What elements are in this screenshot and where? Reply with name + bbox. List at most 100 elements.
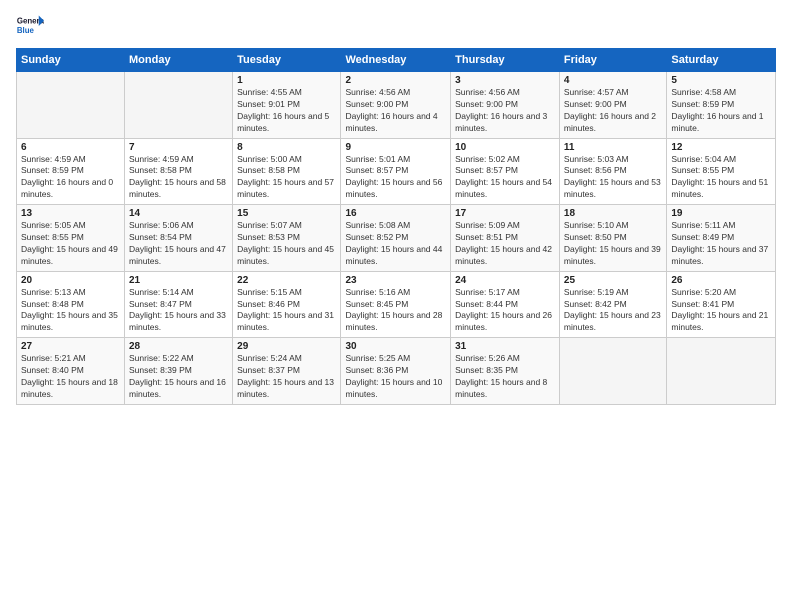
day-number: 22 <box>237 275 336 286</box>
calendar-table: SundayMondayTuesdayWednesdayThursdayFrid… <box>16 48 776 405</box>
day-info: Sunrise: 4:57 AM Sunset: 9:00 PM Dayligh… <box>564 87 662 135</box>
day-number: 2 <box>345 75 446 86</box>
calendar-cell: 11Sunrise: 5:03 AM Sunset: 8:56 PM Dayli… <box>559 138 666 205</box>
day-info: Sunrise: 5:25 AM Sunset: 8:36 PM Dayligh… <box>345 353 446 401</box>
day-info: Sunrise: 5:01 AM Sunset: 8:57 PM Dayligh… <box>345 154 446 202</box>
day-info: Sunrise: 5:20 AM Sunset: 8:41 PM Dayligh… <box>671 287 771 335</box>
day-info: Sunrise: 5:17 AM Sunset: 8:44 PM Dayligh… <box>455 287 555 335</box>
calendar-week-row: 1Sunrise: 4:55 AM Sunset: 9:01 PM Daylig… <box>17 72 776 139</box>
svg-text:Blue: Blue <box>17 26 35 35</box>
day-info: Sunrise: 4:58 AM Sunset: 8:59 PM Dayligh… <box>671 87 771 135</box>
day-info: Sunrise: 5:22 AM Sunset: 8:39 PM Dayligh… <box>129 353 228 401</box>
day-info: Sunrise: 5:26 AM Sunset: 8:35 PM Dayligh… <box>455 353 555 401</box>
day-number: 14 <box>129 208 228 219</box>
calendar-cell: 4Sunrise: 4:57 AM Sunset: 9:00 PM Daylig… <box>559 72 666 139</box>
day-number: 29 <box>237 341 336 352</box>
day-number: 30 <box>345 341 446 352</box>
calendar-cell: 28Sunrise: 5:22 AM Sunset: 8:39 PM Dayli… <box>125 338 233 405</box>
day-info: Sunrise: 4:55 AM Sunset: 9:01 PM Dayligh… <box>237 87 336 135</box>
day-info: Sunrise: 4:56 AM Sunset: 9:00 PM Dayligh… <box>455 87 555 135</box>
day-info: Sunrise: 4:59 AM Sunset: 8:59 PM Dayligh… <box>21 154 120 202</box>
day-info: Sunrise: 5:14 AM Sunset: 8:47 PM Dayligh… <box>129 287 228 335</box>
day-info: Sunrise: 5:07 AM Sunset: 8:53 PM Dayligh… <box>237 220 336 268</box>
logo: General Blue <box>16 12 44 40</box>
calendar-cell: 18Sunrise: 5:10 AM Sunset: 8:50 PM Dayli… <box>559 205 666 272</box>
day-info: Sunrise: 4:56 AM Sunset: 9:00 PM Dayligh… <box>345 87 446 135</box>
calendar-cell: 6Sunrise: 4:59 AM Sunset: 8:59 PM Daylig… <box>17 138 125 205</box>
calendar-cell: 9Sunrise: 5:01 AM Sunset: 8:57 PM Daylig… <box>341 138 451 205</box>
day-number: 10 <box>455 142 555 153</box>
calendar-cell: 24Sunrise: 5:17 AM Sunset: 8:44 PM Dayli… <box>451 271 560 338</box>
weekday-header-row: SundayMondayTuesdayWednesdayThursdayFrid… <box>17 49 776 72</box>
calendar-cell: 20Sunrise: 5:13 AM Sunset: 8:48 PM Dayli… <box>17 271 125 338</box>
calendar-cell: 19Sunrise: 5:11 AM Sunset: 8:49 PM Dayli… <box>667 205 776 272</box>
day-number: 20 <box>21 275 120 286</box>
day-info: Sunrise: 5:04 AM Sunset: 8:55 PM Dayligh… <box>671 154 771 202</box>
day-info: Sunrise: 5:00 AM Sunset: 8:58 PM Dayligh… <box>237 154 336 202</box>
calendar-week-row: 6Sunrise: 4:59 AM Sunset: 8:59 PM Daylig… <box>17 138 776 205</box>
calendar-cell: 12Sunrise: 5:04 AM Sunset: 8:55 PM Dayli… <box>667 138 776 205</box>
calendar-week-row: 20Sunrise: 5:13 AM Sunset: 8:48 PM Dayli… <box>17 271 776 338</box>
calendar-cell: 14Sunrise: 5:06 AM Sunset: 8:54 PM Dayli… <box>125 205 233 272</box>
calendar-cell: 26Sunrise: 5:20 AM Sunset: 8:41 PM Dayli… <box>667 271 776 338</box>
calendar-cell: 31Sunrise: 5:26 AM Sunset: 8:35 PM Dayli… <box>451 338 560 405</box>
calendar-cell: 5Sunrise: 4:58 AM Sunset: 8:59 PM Daylig… <box>667 72 776 139</box>
day-info: Sunrise: 5:19 AM Sunset: 8:42 PM Dayligh… <box>564 287 662 335</box>
calendar-cell: 15Sunrise: 5:07 AM Sunset: 8:53 PM Dayli… <box>233 205 341 272</box>
logo-icon: General Blue <box>16 12 44 40</box>
day-info: Sunrise: 5:06 AM Sunset: 8:54 PM Dayligh… <box>129 220 228 268</box>
day-number: 3 <box>455 75 555 86</box>
day-info: Sunrise: 5:11 AM Sunset: 8:49 PM Dayligh… <box>671 220 771 268</box>
day-number: 28 <box>129 341 228 352</box>
day-number: 27 <box>21 341 120 352</box>
calendar-cell: 1Sunrise: 4:55 AM Sunset: 9:01 PM Daylig… <box>233 72 341 139</box>
day-info: Sunrise: 5:03 AM Sunset: 8:56 PM Dayligh… <box>564 154 662 202</box>
calendar-cell: 13Sunrise: 5:05 AM Sunset: 8:55 PM Dayli… <box>17 205 125 272</box>
calendar-cell: 3Sunrise: 4:56 AM Sunset: 9:00 PM Daylig… <box>451 72 560 139</box>
day-info: Sunrise: 5:08 AM Sunset: 8:52 PM Dayligh… <box>345 220 446 268</box>
page: General Blue SundayMondayTuesdayWednesda… <box>0 0 792 612</box>
calendar-cell: 17Sunrise: 5:09 AM Sunset: 8:51 PM Dayli… <box>451 205 560 272</box>
calendar-week-row: 27Sunrise: 5:21 AM Sunset: 8:40 PM Dayli… <box>17 338 776 405</box>
calendar-cell: 7Sunrise: 4:59 AM Sunset: 8:58 PM Daylig… <box>125 138 233 205</box>
calendar-cell: 25Sunrise: 5:19 AM Sunset: 8:42 PM Dayli… <box>559 271 666 338</box>
day-number: 24 <box>455 275 555 286</box>
day-number: 11 <box>564 142 662 153</box>
day-number: 26 <box>671 275 771 286</box>
day-number: 15 <box>237 208 336 219</box>
day-number: 6 <box>21 142 120 153</box>
weekday-header: Wednesday <box>341 49 451 72</box>
calendar-week-row: 13Sunrise: 5:05 AM Sunset: 8:55 PM Dayli… <box>17 205 776 272</box>
calendar-cell <box>17 72 125 139</box>
calendar-cell <box>559 338 666 405</box>
day-info: Sunrise: 5:16 AM Sunset: 8:45 PM Dayligh… <box>345 287 446 335</box>
day-info: Sunrise: 5:05 AM Sunset: 8:55 PM Dayligh… <box>21 220 120 268</box>
calendar-cell: 22Sunrise: 5:15 AM Sunset: 8:46 PM Dayli… <box>233 271 341 338</box>
day-number: 18 <box>564 208 662 219</box>
weekday-header: Saturday <box>667 49 776 72</box>
day-info: Sunrise: 5:24 AM Sunset: 8:37 PM Dayligh… <box>237 353 336 401</box>
day-number: 7 <box>129 142 228 153</box>
day-number: 13 <box>21 208 120 219</box>
day-number: 4 <box>564 75 662 86</box>
day-number: 16 <box>345 208 446 219</box>
day-number: 8 <box>237 142 336 153</box>
day-number: 12 <box>671 142 771 153</box>
day-number: 9 <box>345 142 446 153</box>
calendar-cell <box>125 72 233 139</box>
weekday-header: Friday <box>559 49 666 72</box>
weekday-header: Monday <box>125 49 233 72</box>
day-info: Sunrise: 5:09 AM Sunset: 8:51 PM Dayligh… <box>455 220 555 268</box>
calendar-cell: 23Sunrise: 5:16 AM Sunset: 8:45 PM Dayli… <box>341 271 451 338</box>
weekday-header: Thursday <box>451 49 560 72</box>
calendar-cell: 30Sunrise: 5:25 AM Sunset: 8:36 PM Dayli… <box>341 338 451 405</box>
day-number: 17 <box>455 208 555 219</box>
weekday-header: Sunday <box>17 49 125 72</box>
day-info: Sunrise: 5:21 AM Sunset: 8:40 PM Dayligh… <box>21 353 120 401</box>
day-number: 25 <box>564 275 662 286</box>
day-number: 31 <box>455 341 555 352</box>
calendar-cell: 2Sunrise: 4:56 AM Sunset: 9:00 PM Daylig… <box>341 72 451 139</box>
day-number: 21 <box>129 275 228 286</box>
calendar-cell: 29Sunrise: 5:24 AM Sunset: 8:37 PM Dayli… <box>233 338 341 405</box>
day-info: Sunrise: 5:15 AM Sunset: 8:46 PM Dayligh… <box>237 287 336 335</box>
